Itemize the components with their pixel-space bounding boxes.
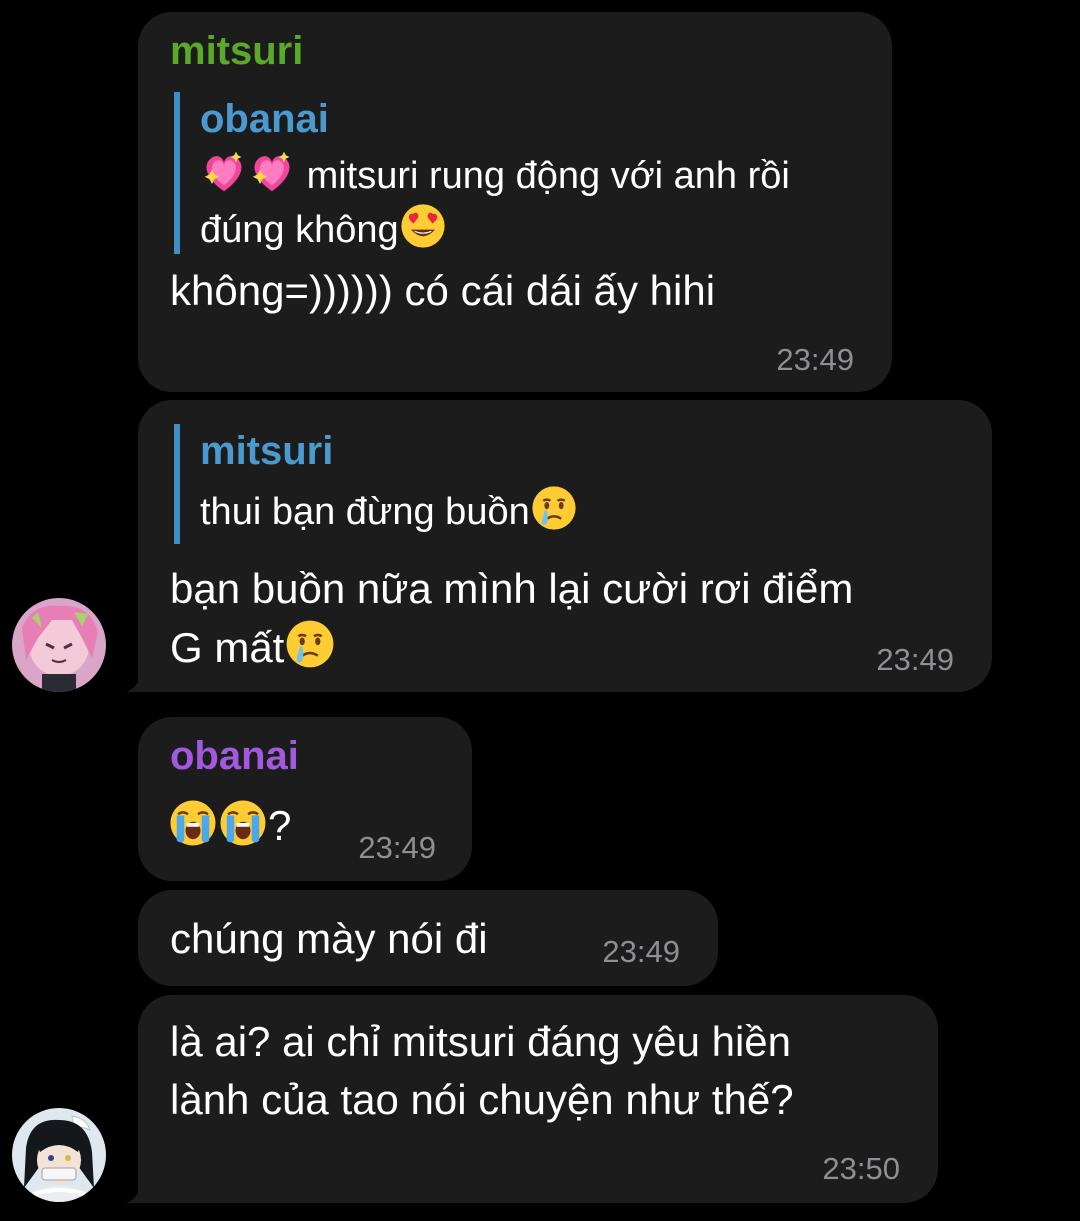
reply-quote[interactable]: obanai mitsuri rung động với anh rồi đún… xyxy=(174,92,874,254)
message-bubble[interactable]: obanai ? 23:49 xyxy=(138,717,472,881)
message-text: G mất xyxy=(170,624,285,671)
reply-quote[interactable]: mitsuri thui bạn đừng buồn xyxy=(174,424,954,544)
loudly-crying-face-icon xyxy=(169,799,217,847)
message-time: 23:49 xyxy=(776,342,854,377)
face-holding-back-tears-icon xyxy=(530,485,577,531)
heart-eyes-icon xyxy=(401,204,445,248)
sender-name[interactable]: mitsuri xyxy=(170,28,303,74)
message-text: chúng mày nói đi xyxy=(170,915,488,962)
avatar[interactable] xyxy=(12,1108,106,1202)
reply-text: thui bạn đừng buồn xyxy=(200,491,530,533)
reply-text: mitsuri rung động với anh rồi xyxy=(306,155,790,197)
sparkling-heart-icon xyxy=(252,151,290,192)
message-bubble[interactable]: là ai? ai chỉ mitsuri đáng yêu hiền lành… xyxy=(138,995,938,1203)
reply-sender-name: mitsuri xyxy=(200,429,334,473)
message-text-line-2: lành của tao nói chuyện như thế? xyxy=(170,1076,794,1123)
obanai-avatar-icon xyxy=(12,1108,106,1202)
reply-text-line: thui bạn đừng buồn xyxy=(200,484,954,538)
sparkling-heart-icon xyxy=(204,151,242,192)
message-text-line-1: bạn buồn nữa mình lại cười rơi điểm xyxy=(170,565,854,612)
reply-text: đúng không xyxy=(200,209,399,251)
reply-sender-name: obanai xyxy=(200,97,329,141)
message-text-line: ? xyxy=(168,797,291,855)
loudly-crying-face-icon xyxy=(219,799,267,847)
message-time: 23:49 xyxy=(602,934,680,969)
message-text: ? xyxy=(268,802,292,849)
message-bubble[interactable]: mitsuri thui bạn đừng buồn bạn buồn nữa … xyxy=(138,400,992,692)
message-time: 23:50 xyxy=(822,1151,900,1186)
face-holding-back-tears-icon xyxy=(285,619,336,669)
message-text-line-2: G mất xyxy=(170,618,336,677)
message-bubble[interactable]: mitsuri obanai mitsuri rung động với anh… xyxy=(138,12,892,392)
message-text: không=)))))) có cái dái ấy hihi xyxy=(170,267,716,314)
message-text-line-1: là ai? ai chỉ mitsuri đáng yêu hiền xyxy=(170,1018,792,1065)
bubble-tail xyxy=(126,652,158,692)
sender-name[interactable]: obanai xyxy=(170,733,299,779)
reply-text-line-1: mitsuri rung động với anh rồi xyxy=(200,148,874,202)
message-time: 23:49 xyxy=(876,642,954,677)
mitsuri-avatar-icon xyxy=(12,598,106,692)
reply-text-line-2: đúng không xyxy=(200,202,874,256)
bubble-tail xyxy=(126,1163,158,1203)
message-time: 23:49 xyxy=(358,830,436,865)
message-bubble[interactable]: chúng mày nói đi 23:49 xyxy=(138,890,718,986)
avatar[interactable] xyxy=(12,598,106,692)
